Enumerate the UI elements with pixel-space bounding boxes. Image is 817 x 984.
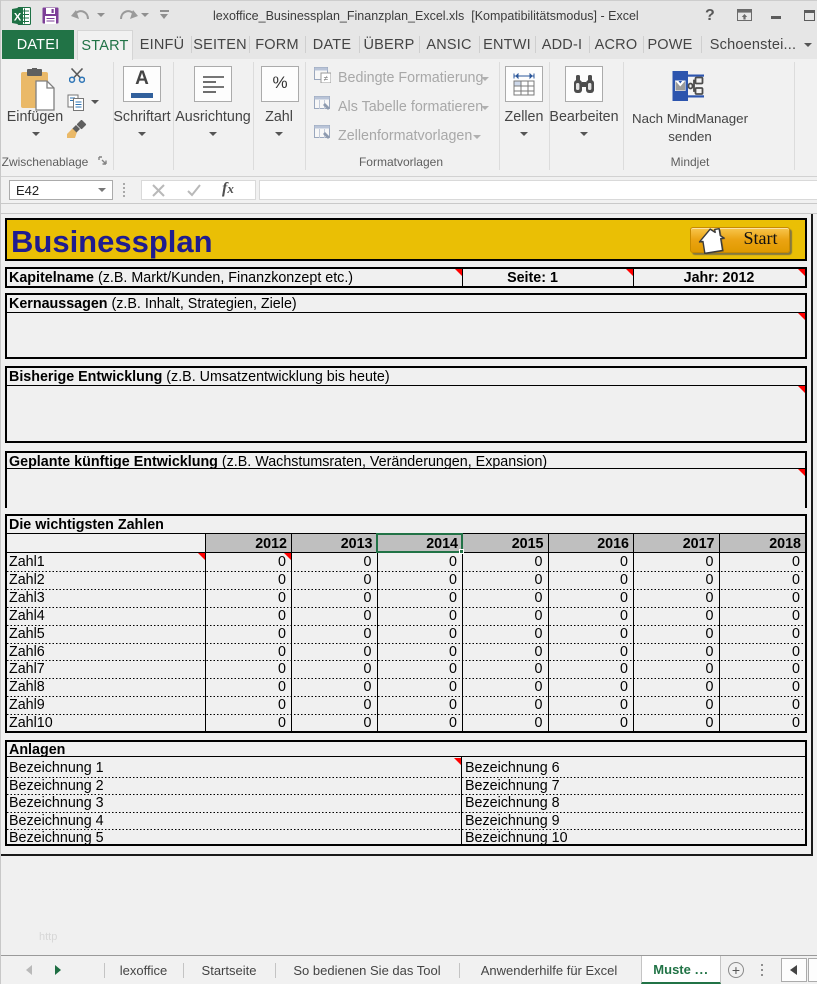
svg-text:X: X bbox=[14, 12, 22, 24]
svg-text:≠: ≠ bbox=[324, 74, 329, 83]
